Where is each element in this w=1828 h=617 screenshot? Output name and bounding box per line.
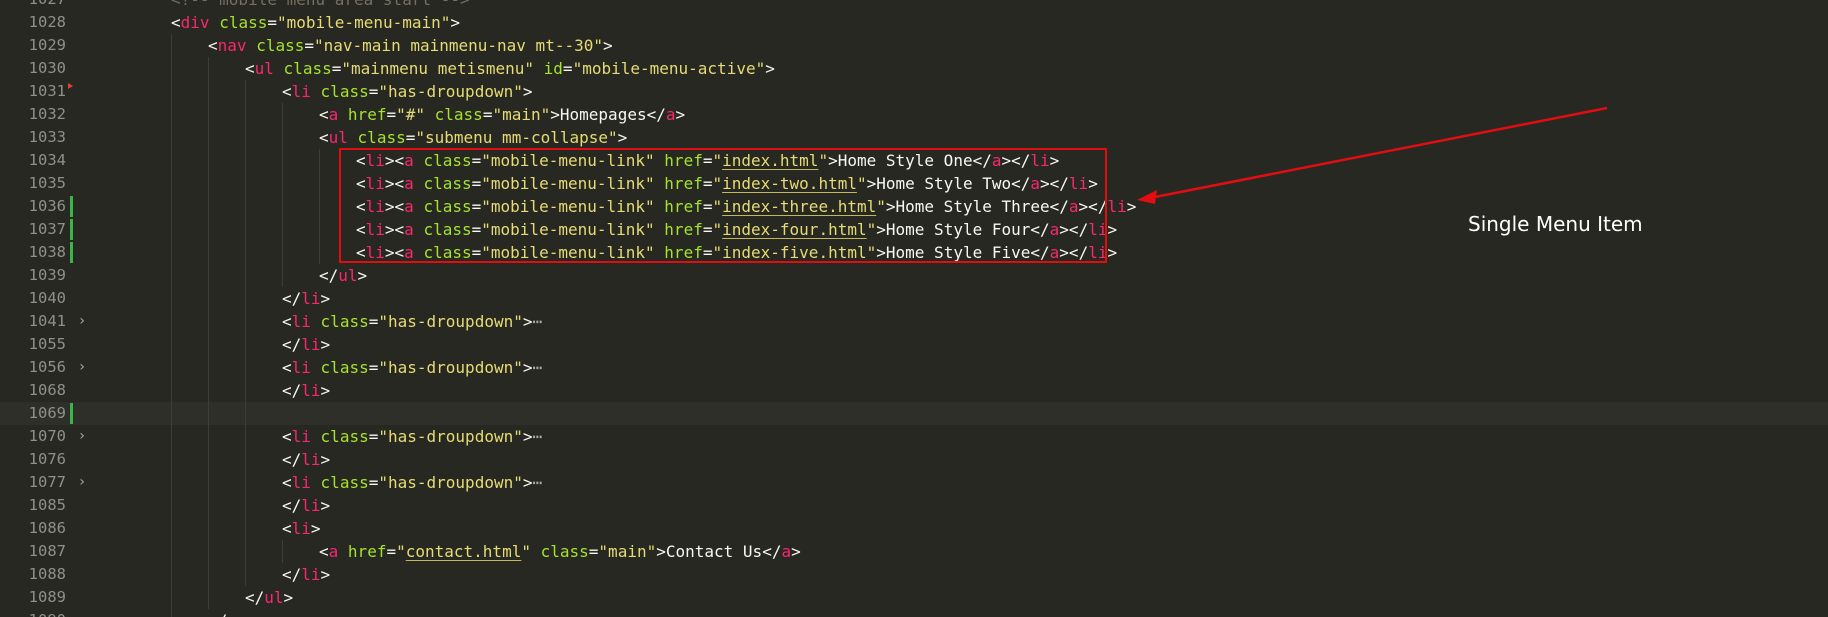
annotation-label: Single Menu Item — [1468, 212, 1643, 236]
code-editor[interactable]: 1027<!-- mobile menu area start -->1028<… — [0, 0, 1828, 617]
annotation-arrow — [1137, 106, 1608, 204]
